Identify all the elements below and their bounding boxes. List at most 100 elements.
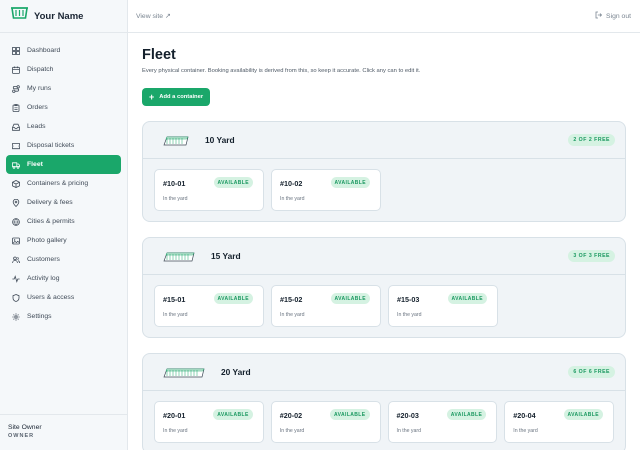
- container-location: In the yard: [513, 428, 538, 434]
- container-card[interactable]: #20-03 AVAILABLE In the yard: [387, 401, 498, 443]
- sidebar: Your Name Dashboard Dispatch My runs Orders…: [0, 0, 128, 450]
- sidebar-item-label: Photo gallery: [27, 237, 67, 244]
- sidebar-item-label: Orders: [27, 104, 48, 111]
- status-badge: AVAILABLE: [213, 177, 253, 188]
- container-id: #20-02: [279, 411, 303, 420]
- sidebar-item-users-access[interactable]: Users & access: [6, 288, 121, 307]
- ticket-icon: [12, 142, 20, 150]
- topbar: View site ↗ Sign out: [128, 0, 640, 33]
- dumpster-icon: [163, 133, 189, 147]
- sidebar-item-label: Settings: [27, 313, 52, 320]
- container-group-title: 20 Yard: [221, 367, 251, 377]
- sidebar-item-label: My runs: [27, 85, 52, 92]
- dashboard-icon: [12, 46, 20, 55]
- plus-icon: +: [149, 91, 155, 102]
- container-id: #15-03: [397, 295, 420, 304]
- container-cards: #20-01 AVAILABLE In the yard #20-02 AVAILABL…: [143, 391, 625, 450]
- container-group: 15 Yard 3 OF 3 FREE #15-01 AVAILABLE In the …: [142, 237, 626, 338]
- page-title: Fleet: [142, 47, 176, 63]
- container-card[interactable]: #15-03 AVAILABLE In the yard: [388, 285, 498, 327]
- sidebar-item-cities-permits[interactable]: Cities & permits: [6, 212, 121, 231]
- gear-icon: [12, 312, 20, 321]
- container-card[interactable]: #20-02 AVAILABLE In the yard: [270, 401, 381, 443]
- container-cards: #10-01 AVAILABLE In the yard #10-02 AVAILABL…: [143, 159, 625, 221]
- box-icon: [12, 179, 20, 188]
- sidebar-item-disposal-tickets[interactable]: Disposal tickets: [6, 136, 121, 155]
- sidebar-item-fleet[interactable]: Fleet: [6, 155, 121, 174]
- calendar-icon: [12, 66, 20, 74]
- user-role: OWNER: [8, 433, 35, 439]
- clipboard-icon: [12, 103, 20, 112]
- container-location: In the yard: [279, 428, 305, 434]
- container-id: #15-02: [280, 295, 303, 304]
- sidebar-item-leads[interactable]: Leads: [6, 117, 121, 136]
- sidebar-item-activity-log[interactable]: Activity log: [6, 269, 121, 288]
- container-location: In the yard: [163, 428, 188, 434]
- add-container-label: Add a container: [159, 94, 204, 100]
- sidebar-nav: Dashboard Dispatch My runs Orders Leads Dispo…: [0, 33, 127, 326]
- user-info[interactable]: Site Owner OWNER: [0, 414, 127, 450]
- container-id: #20-03: [396, 411, 419, 420]
- sidebar-item-my-runs[interactable]: My runs: [6, 79, 121, 98]
- container-id: #20-01: [163, 411, 186, 420]
- container-location: In the yard: [397, 312, 422, 318]
- sidebar-item-delivery-fees[interactable]: Delivery & fees: [6, 193, 121, 212]
- sign-out-label: Sign out: [606, 12, 631, 20]
- view-site-link[interactable]: View site ↗: [136, 12, 171, 20]
- sidebar-item-orders[interactable]: Orders: [6, 98, 121, 117]
- status-badge: AVAILABLE: [213, 409, 253, 420]
- container-group-header: 10 Yard 2 OF 2 FREE: [143, 122, 625, 159]
- status-badge: AVAILABLE: [446, 409, 487, 420]
- container-card[interactable]: #10-01 AVAILABLE In the yard: [154, 169, 264, 211]
- sign-out-button[interactable]: Sign out: [595, 11, 631, 21]
- sidebar-item-label: Activity log: [27, 275, 60, 282]
- sidebar-item-photo-gallery[interactable]: Photo gallery: [6, 231, 121, 250]
- sidebar-item-dispatch[interactable]: Dispatch: [6, 60, 121, 79]
- sidebar-item-label: Dispatch: [27, 66, 54, 73]
- container-card[interactable]: #20-01 AVAILABLE In the yard: [154, 401, 264, 443]
- sidebar-item-containers-pricing[interactable]: Containers & pricing: [6, 174, 121, 193]
- map-pin-icon: [12, 198, 20, 207]
- status-badge: AVAILABLE: [330, 293, 370, 304]
- availability-badge: 2 OF 2 FREE: [568, 134, 615, 146]
- status-badge: AVAILABLE: [330, 177, 370, 188]
- container-card[interactable]: #15-01 AVAILABLE In the yard: [154, 285, 264, 327]
- sidebar-item-label: Fleet: [27, 161, 43, 168]
- sidebar-item-label: Disposal tickets: [27, 142, 75, 149]
- container-location: In the yard: [280, 312, 305, 318]
- container-card[interactable]: #10-02 AVAILABLE In the yard: [271, 169, 381, 211]
- inbox-icon: [12, 123, 20, 131]
- container-card[interactable]: #20-04 AVAILABLE In the yard: [504, 401, 614, 443]
- dumpster-icon: [163, 249, 195, 263]
- container-group: 10 Yard 2 OF 2 FREE #10-01 AVAILABLE In the …: [142, 121, 626, 222]
- container-group: 20 Yard 6 OF 6 FREE #20-01 AVAILABLE In the …: [142, 353, 626, 450]
- add-container-button[interactable]: + Add a container: [142, 88, 211, 106]
- sidebar-item-customers[interactable]: Customers: [6, 250, 121, 269]
- sidebar-item-label: Delivery & fees: [27, 199, 73, 206]
- container-location: In the yard: [163, 312, 188, 318]
- image-icon: [12, 237, 20, 245]
- users-icon: [12, 256, 20, 264]
- page-subtitle: Every physical container. Booking availa…: [142, 68, 421, 74]
- container-card[interactable]: #15-02 AVAILABLE In the yard: [271, 285, 381, 327]
- user-name: Site Owner: [8, 424, 42, 431]
- sidebar-item-label: Users & access: [27, 294, 75, 301]
- sidebar-item-settings[interactable]: Settings: [6, 307, 121, 326]
- sidebar-item-label: Leads: [27, 123, 46, 130]
- sign-out-icon: [595, 11, 603, 21]
- container-id: #15-01: [163, 295, 186, 304]
- truck-icon: [12, 161, 20, 169]
- dumpster-icon: [163, 365, 205, 379]
- container-id: #10-02: [280, 179, 303, 188]
- container-group-header: 15 Yard 3 OF 3 FREE: [143, 238, 625, 275]
- container-cards: #15-01 AVAILABLE In the yard #15-02 AVAILABL…: [143, 275, 625, 337]
- status-badge: AVAILABLE: [447, 293, 487, 304]
- brand-name: Your Name: [34, 10, 84, 22]
- dumpster-logo-icon: [11, 7, 28, 25]
- availability-badge: 3 OF 3 FREE: [568, 250, 615, 262]
- shield-icon: [12, 293, 20, 302]
- brand[interactable]: Your Name: [0, 0, 127, 33]
- sidebar-item-label: Dashboard: [27, 47, 61, 54]
- sidebar-item-dashboard[interactable]: Dashboard: [6, 41, 121, 60]
- availability-badge: 6 OF 6 FREE: [568, 366, 615, 378]
